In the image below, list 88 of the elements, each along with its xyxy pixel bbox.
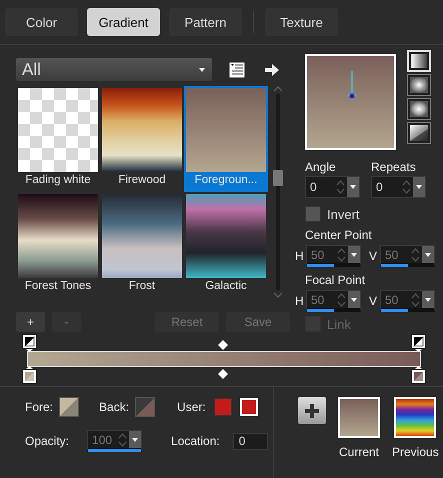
section-label: Focal Point [305, 273, 366, 287]
gradient-tile[interactable]: Forest Tones [16, 192, 100, 298]
caret-icon [131, 436, 140, 442]
field-value: 50 [311, 248, 326, 262]
category-dropdown[interactable]: All [16, 58, 212, 81]
color-stop-marker[interactable] [22, 366, 37, 384]
midpoint-marker[interactable] [218, 369, 228, 379]
dropdown-button[interactable] [348, 246, 360, 263]
caret-icon [424, 252, 432, 258]
linear-style-button[interactable] [407, 50, 431, 72]
background-swatch[interactable] [135, 397, 156, 417]
dropdown-button[interactable] [348, 291, 360, 308]
axis-label: V [369, 294, 378, 308]
caret-icon [424, 296, 432, 302]
dropdown-button[interactable] [413, 177, 425, 197]
add-button[interactable] [298, 397, 326, 424]
rectangular-gradient-icon [410, 77, 428, 93]
scrollbar[interactable] [271, 86, 285, 298]
field-label: Back: [99, 400, 130, 414]
axis-label: H [295, 294, 304, 308]
field-value: 0 [376, 180, 384, 194]
axis-label: V [369, 249, 378, 263]
tab[interactable]: Color [5, 8, 78, 36]
chevron-up-icon[interactable] [273, 86, 283, 92]
field-label: Repeats [371, 160, 417, 174]
sunburst-gradient-icon [410, 101, 428, 117]
dropdown-button[interactable] [347, 177, 359, 197]
checkbox-label: Invert [327, 206, 360, 222]
caret-icon [415, 184, 423, 190]
caret-icon [350, 252, 358, 258]
angle-handle-icon[interactable] [348, 71, 356, 101]
color-stop-marker[interactable] [411, 366, 426, 384]
dropdown-button[interactable] [422, 291, 434, 308]
field-value: 50 [385, 292, 400, 306]
field-value: 50 [385, 248, 400, 262]
axis-label: H [295, 249, 304, 263]
field-label: User: [177, 400, 206, 414]
gradient-tile[interactable]: Galactic [184, 192, 268, 298]
chevron-down-icon[interactable] [273, 292, 283, 298]
radial-style-button[interactable] [407, 122, 431, 144]
tab[interactable]: Gradient [87, 8, 160, 36]
caret-icon [198, 66, 206, 72]
field-value: 0 [310, 180, 318, 194]
caret-icon [350, 296, 358, 302]
gradient-tile[interactable]: Firewood [100, 86, 184, 192]
user-color-swatch[interactable] [214, 398, 232, 416]
gradient-name: Galactic [205, 279, 247, 294]
arrow-right-icon[interactable] [265, 64, 279, 76]
field-value: 50 [311, 292, 326, 306]
gradient-name: Forest Tones [24, 279, 92, 294]
list-icon[interactable] [228, 60, 246, 78]
gradient-tile[interactable]: Foregroun... [184, 86, 268, 192]
gradient-tile[interactable]: Fading white [16, 86, 100, 192]
dropdown-button[interactable] [422, 246, 434, 263]
opacity-stop-marker[interactable] [411, 334, 426, 352]
gradient-name: Firewood [118, 173, 166, 188]
field-label: Location: [171, 434, 220, 448]
swatch-label: Previous [392, 445, 439, 459]
previous-gradient-swatch[interactable] [394, 397, 436, 438]
gradient-name: Foregroun... [194, 173, 258, 188]
field-label: Opacity: [25, 434, 70, 448]
field-value: 100 [92, 432, 114, 446]
radial-gradient-icon [410, 125, 428, 141]
number-field[interactable]: 0 [305, 176, 360, 198]
gradient-name: Frost [128, 279, 156, 294]
location-field[interactable]: 0 [232, 432, 268, 450]
scroll-thumb[interactable] [273, 170, 283, 186]
field-label: Angle [305, 160, 337, 174]
linear-gradient-icon [411, 54, 427, 68]
tab[interactable]: Texture [265, 8, 338, 36]
foreground-swatch[interactable] [59, 397, 80, 417]
plus-icon [305, 404, 319, 418]
field-label: Fore: [25, 400, 54, 414]
tab[interactable]: Pattern [169, 8, 242, 36]
current-gradient-swatch[interactable] [338, 397, 380, 438]
section-label: Center Point [305, 228, 373, 242]
checkbox[interactable] [305, 206, 321, 222]
rectangular-style-button[interactable] [407, 74, 431, 96]
number-field[interactable]: 0 [371, 176, 426, 198]
gradient-tile[interactable]: Frost [100, 192, 184, 298]
dropdown-button[interactable] [129, 431, 142, 448]
opacity-stop-marker[interactable] [22, 334, 37, 352]
gradient-name: Fading white [25, 173, 91, 188]
caret-icon [349, 184, 357, 190]
swatch-label: Current [338, 445, 379, 459]
add-stop-button[interactable]: + [16, 312, 45, 332]
sunburst-style-button[interactable] [407, 98, 431, 120]
checkbox-label: Link [327, 316, 351, 332]
